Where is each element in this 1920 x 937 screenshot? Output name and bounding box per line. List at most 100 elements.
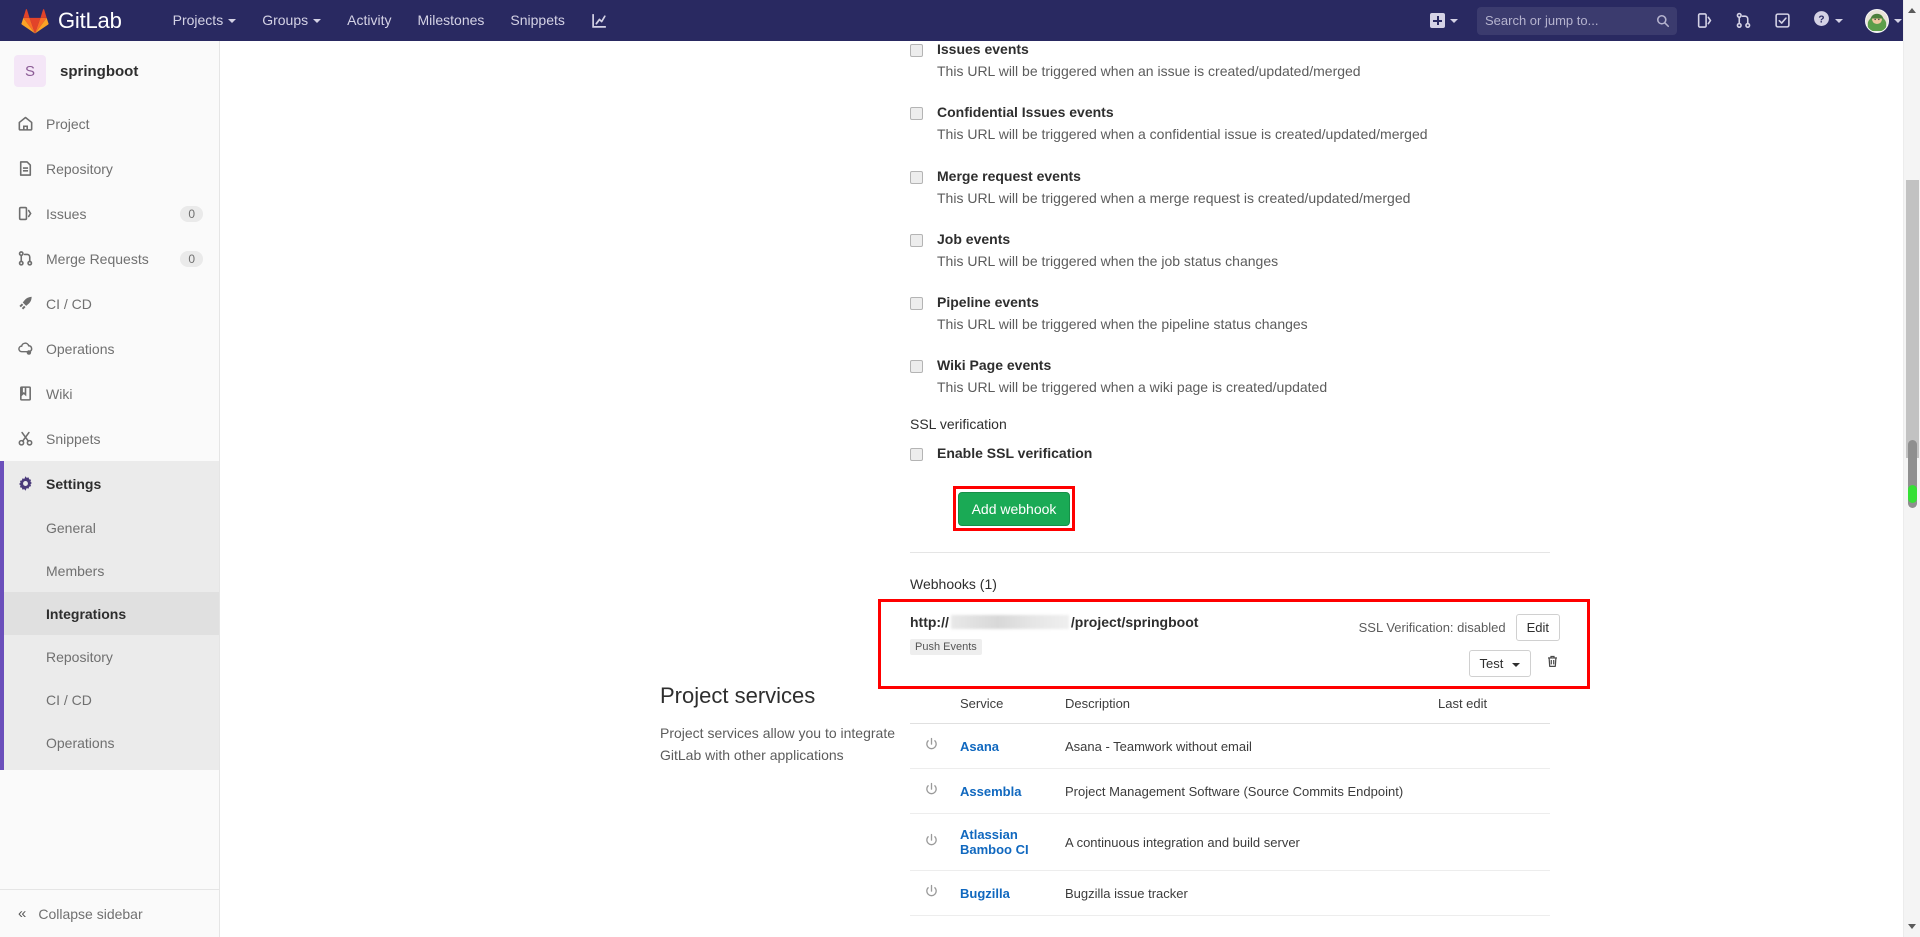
job-events-label: Job events	[937, 230, 1011, 247]
service-last-edit-bugzilla	[1430, 870, 1550, 916]
nav-link-milestones[interactable]: Milestones	[404, 0, 497, 41]
sidebar-subitem-members[interactable]: Members	[4, 549, 219, 592]
webhook-url: http:// /project/springboot	[910, 614, 1198, 630]
issues-icon	[16, 205, 34, 223]
nav-link-snippets[interactable]: Snippets	[497, 0, 577, 41]
add-webhook-button[interactable]: Add webhook	[957, 491, 1071, 526]
gitlab-logo-link[interactable]: GitLab	[20, 7, 122, 35]
webhooks-heading: Webhooks (1)	[910, 576, 997, 592]
wiki-page-events-desc: This URL will be triggered when a wiki p…	[937, 379, 1328, 396]
wiki-page-events-checkbox[interactable]	[910, 360, 923, 374]
webhook-test-label: Test	[1479, 656, 1504, 671]
sidebar-item-snippets-label: Snippets	[46, 430, 101, 447]
webhook-url-prefix: http://	[910, 614, 949, 630]
event-row-wiki-page: Wiki Page events This URL will be trigge…	[910, 357, 1550, 397]
sidebar-item-snippets[interactable]: Snippets	[0, 416, 219, 461]
sidebar-subitem-operations[interactable]: Operations	[4, 721, 219, 764]
settings-subnav: General Members Integrations Repository …	[0, 506, 219, 770]
event-row-enable-ssl: Enable SSL verification	[910, 445, 1550, 461]
confidential-issues-events-label: Confidential Issues events	[937, 104, 1114, 121]
home-icon	[16, 115, 34, 133]
nav-link-activity[interactable]: Activity	[334, 0, 404, 41]
col-description: Description	[1057, 686, 1430, 724]
sidebar-item-settings[interactable]: Settings	[0, 461, 219, 506]
pipeline-events-label: Pipeline events	[937, 294, 1039, 311]
page-scrollbar[interactable]	[1903, 0, 1920, 937]
sidebar-item-operations[interactable]: Operations	[0, 326, 219, 371]
pipeline-events-checkbox[interactable]	[910, 297, 923, 311]
power-icon[interactable]	[910, 870, 952, 916]
power-icon[interactable]	[910, 723, 952, 769]
table-row[interactable]: Bugzilla Bugzilla issue tracker	[910, 870, 1550, 916]
sidebar-item-ci-cd-label: CI / CD	[46, 295, 92, 312]
scroll-down-arrow-icon[interactable]	[1908, 924, 1916, 929]
scissors-icon	[16, 430, 34, 448]
sidebar-item-merge-requests-label: Merge Requests	[46, 250, 149, 267]
merge-request-events-label: Merge request events	[937, 167, 1081, 184]
job-events-checkbox[interactable]	[910, 233, 923, 247]
scroll-up-arrow-icon[interactable]	[1908, 8, 1916, 13]
merge-icon	[16, 250, 34, 268]
merge-request-events-checkbox[interactable]	[910, 170, 923, 184]
add-webhook-highlight-box: Add webhook	[953, 486, 1075, 531]
issues-icon[interactable]	[1685, 0, 1724, 41]
confidential-issues-events-desc: This URL will be triggered when a confid…	[937, 126, 1428, 143]
plus-square-icon	[1430, 13, 1445, 28]
service-description-assembla: Project Management Software (Source Comm…	[1057, 768, 1430, 814]
event-row-issues: Issues events This URL will be triggered…	[910, 41, 1550, 81]
search-input[interactable]	[1485, 13, 1669, 28]
new-item-button[interactable]	[1419, 0, 1469, 41]
rocket-icon	[16, 295, 34, 313]
nav-link-projects-label: Projects	[172, 12, 224, 28]
service-link-bugzilla[interactable]: Bugzilla	[960, 886, 1010, 901]
primary-nav: Projects Groups Activity Milestones Snip…	[160, 0, 621, 41]
event-row-job: Job events This URL will be triggered wh…	[910, 231, 1550, 271]
project-name: springboot	[60, 62, 139, 80]
webhook-events-form: Issues events This URL will be triggered…	[910, 41, 1550, 484]
service-link-asana[interactable]: Asana	[960, 739, 999, 754]
sidebar-subitem-repository[interactable]: Repository	[4, 635, 219, 678]
service-last-edit-asana	[1430, 723, 1550, 769]
issues-events-checkbox[interactable]	[910, 44, 923, 57]
sidebar-item-ci-cd[interactable]: CI / CD	[0, 281, 219, 326]
todos-icon[interactable]	[1763, 0, 1802, 41]
chevron-down-icon	[313, 19, 322, 24]
table-row[interactable]: Assembla Project Management Software (So…	[910, 768, 1550, 814]
nav-link-projects[interactable]: Projects	[160, 0, 250, 41]
avatar	[1865, 8, 1889, 33]
sidebar-subitem-ci-cd[interactable]: CI / CD	[4, 678, 219, 721]
table-row[interactable]: Asana Asana - Teamwork without email	[910, 723, 1550, 769]
gear-icon	[16, 475, 34, 493]
webhook-test-dropdown[interactable]: Test	[1468, 650, 1531, 677]
service-link-atlassian-bamboo-ci[interactable]: Atlassian Bamboo CI	[960, 827, 1029, 857]
table-row[interactable]: Atlassian Bamboo CI A continuous integra…	[910, 813, 1550, 871]
power-icon[interactable]	[910, 813, 952, 871]
help-icon: ?	[1813, 10, 1830, 32]
chevron-down-icon	[228, 19, 237, 24]
enable-ssl-verification-checkbox[interactable]	[910, 447, 923, 461]
sidebar-item-project[interactable]: Project	[0, 101, 219, 146]
scrollbar-track-highlight	[1906, 180, 1919, 458]
confidential-issues-events-checkbox[interactable]	[910, 107, 923, 121]
sidebar-item-repository[interactable]: Repository	[0, 146, 219, 191]
issues-events-desc: This URL will be triggered when an issue…	[937, 63, 1361, 79]
sidebar-subitem-integrations[interactable]: Integrations	[4, 592, 219, 635]
help-button[interactable]: ?	[1802, 0, 1854, 41]
sidebar-item-issues-label: Issues	[46, 205, 87, 222]
service-link-assembla[interactable]: Assembla	[960, 784, 1021, 799]
sidebar-subitem-general[interactable]: General	[4, 506, 219, 549]
sidebar-project-header[interactable]: S springboot	[0, 41, 219, 101]
nav-link-groups-label: Groups	[262, 12, 309, 28]
analytics-icon[interactable]	[578, 12, 621, 29]
sidebar-item-issues-badge: 0	[180, 205, 203, 222]
sidebar-item-merge-requests[interactable]: Merge Requests 0	[0, 236, 219, 281]
webhook-delete-button[interactable]	[1545, 654, 1560, 674]
power-icon[interactable]	[910, 768, 952, 814]
sidebar-item-issues[interactable]: Issues 0	[0, 191, 219, 236]
nav-link-groups[interactable]: Groups	[249, 0, 334, 41]
collapse-sidebar-button[interactable]: « Collapse sidebar	[0, 889, 219, 937]
sidebar-item-wiki[interactable]: Wiki	[0, 371, 219, 416]
merge-requests-icon[interactable]	[1724, 0, 1763, 41]
global-search[interactable]	[1477, 6, 1677, 35]
webhook-edit-button[interactable]: Edit	[1515, 614, 1560, 641]
